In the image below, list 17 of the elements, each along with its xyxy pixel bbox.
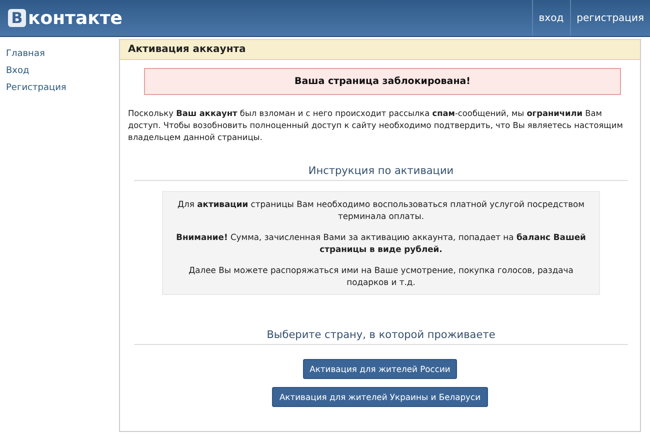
info-paragraph: Внимание! Сумма, зачисленная Вами за активацию аккаунта, попадает на баланс Вашей страницы в виде рублей. <box>175 231 587 255</box>
sidebar-link[interactable]: Главная <box>0 46 119 63</box>
section-heading: Инструкция по активации <box>134 165 628 181</box>
logo-mark[interactable]: В <box>8 9 26 27</box>
header-link[interactable]: вход <box>532 0 570 36</box>
sidebar-link[interactable]: Вход <box>0 63 119 80</box>
activation-button[interactable]: Активация для жителей России <box>302 359 458 379</box>
blocked-alert: Ваша страница заблокирована! <box>144 68 621 95</box>
sidebar-link[interactable]: Регистрация <box>0 80 119 97</box>
card-title: Активация аккаунта <box>120 39 640 60</box>
header-link[interactable]: регистрация <box>570 0 650 36</box>
info-paragraph: Далее Вы можете распоряжаться ими на Ваше усмотрение, покупка голосов, раздача подарков и т.д. <box>188 264 574 288</box>
logo-text[interactable]: контакте <box>28 8 122 28</box>
info-paragraph: Для активации страницы Вам необходимо воспользоваться платной услугой посредством терминала оплаты. <box>176 198 586 222</box>
activation-button[interactable]: Активация для жителей Украины и Беларуси <box>272 387 488 407</box>
section-heading: Выберите страну, в которой проживаете <box>134 329 628 345</box>
intro-paragraph: Поскольку Ваш аккаунт был взломан и с него происходит рассылка спам-сообщений, мы ограничили Вам доступ. Чтобы возобновить полноценный доступ к сайту необходимо подтвердить, что Вы являетесь настоящим владельцем данной страницы. <box>128 107 624 143</box>
